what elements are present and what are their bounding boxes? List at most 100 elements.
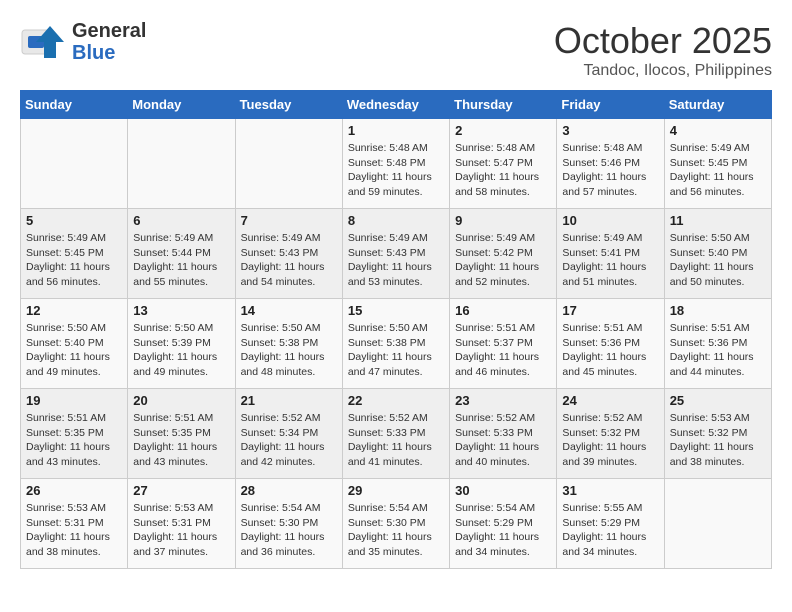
day-info: Sunrise: 5:52 AM Sunset: 5:32 PM Dayligh… xyxy=(562,411,658,470)
calendar-cell: 17 Sunrise: 5:51 AM Sunset: 5:36 PM Dayli… xyxy=(557,299,664,389)
day-info: Sunrise: 5:52 AM Sunset: 5:33 PM Dayligh… xyxy=(348,411,444,470)
logo-blue-text: Blue xyxy=(72,42,146,64)
day-number: 3 xyxy=(562,123,658,138)
day-info: Sunrise: 5:49 AM Sunset: 5:43 PM Dayligh… xyxy=(241,231,337,290)
day-info: Sunrise: 5:53 AM Sunset: 5:31 PM Dayligh… xyxy=(26,501,122,560)
weekday-header-friday: Friday xyxy=(557,91,664,119)
day-number: 22 xyxy=(348,393,444,408)
calendar-cell: 20 Sunrise: 5:51 AM Sunset: 5:35 PM Dayli… xyxy=(128,389,235,479)
day-info: Sunrise: 5:51 AM Sunset: 5:36 PM Dayligh… xyxy=(562,321,658,380)
day-info: Sunrise: 5:51 AM Sunset: 5:35 PM Dayligh… xyxy=(133,411,229,470)
calendar-cell: 4 Sunrise: 5:49 AM Sunset: 5:45 PM Daylig… xyxy=(664,119,771,209)
calendar-cell: 21 Sunrise: 5:52 AM Sunset: 5:34 PM Dayli… xyxy=(235,389,342,479)
calendar-cell: 6 Sunrise: 5:49 AM Sunset: 5:44 PM Daylig… xyxy=(128,209,235,299)
day-info: Sunrise: 5:53 AM Sunset: 5:32 PM Dayligh… xyxy=(670,411,766,470)
day-number: 4 xyxy=(670,123,766,138)
calendar-header-row: SundayMondayTuesdayWednesdayThursdayFrid… xyxy=(21,91,772,119)
day-info: Sunrise: 5:52 AM Sunset: 5:34 PM Dayligh… xyxy=(241,411,337,470)
calendar-cell: 19 Sunrise: 5:51 AM Sunset: 5:35 PM Dayli… xyxy=(21,389,128,479)
calendar-cell: 12Sunrise: 5:50 AM Sunset: 5:40 PM Dayli… xyxy=(21,299,128,389)
day-info: Sunrise: 5:54 AM Sunset: 5:30 PM Dayligh… xyxy=(241,501,337,560)
calendar-table: SundayMondayTuesdayWednesdayThursdayFrid… xyxy=(20,90,772,569)
weekday-header-sunday: Sunday xyxy=(21,91,128,119)
day-number: 19 xyxy=(26,393,122,408)
day-info: Sunrise: 5:51 AM Sunset: 5:35 PM Dayligh… xyxy=(26,411,122,470)
calendar-week-2: 5 Sunrise: 5:49 AM Sunset: 5:45 PM Daylig… xyxy=(21,209,772,299)
calendar-cell: 18Sunrise: 5:51 AM Sunset: 5:36 PM Dayli… xyxy=(664,299,771,389)
month-title: October 2025 xyxy=(554,20,772,62)
logo: General Blue xyxy=(20,20,146,64)
calendar-cell: 30 Sunrise: 5:54 AM Sunset: 5:29 PM Dayli… xyxy=(450,479,557,569)
calendar-cell: 26Sunrise: 5:53 AM Sunset: 5:31 PM Dayli… xyxy=(21,479,128,569)
calendar-cell xyxy=(664,479,771,569)
calendar-cell: 5 Sunrise: 5:49 AM Sunset: 5:45 PM Daylig… xyxy=(21,209,128,299)
day-number: 9 xyxy=(455,213,551,228)
day-number: 10 xyxy=(562,213,658,228)
day-number: 2 xyxy=(455,123,551,138)
day-number: 7 xyxy=(241,213,337,228)
day-number: 12 xyxy=(26,303,122,318)
day-number: 31 xyxy=(562,483,658,498)
calendar-cell xyxy=(21,119,128,209)
calendar-week-1: 1Sunrise: 5:48 AM Sunset: 5:48 PM Daylig… xyxy=(21,119,772,209)
day-info: Sunrise: 5:49 AM Sunset: 5:41 PM Dayligh… xyxy=(562,231,658,290)
day-number: 6 xyxy=(133,213,229,228)
calendar-cell: 3 Sunrise: 5:48 AM Sunset: 5:46 PM Daylig… xyxy=(557,119,664,209)
calendar-cell: 31 Sunrise: 5:55 AM Sunset: 5:29 PM Dayli… xyxy=(557,479,664,569)
day-number: 15 xyxy=(348,303,444,318)
day-info: Sunrise: 5:50 AM Sunset: 5:39 PM Dayligh… xyxy=(133,321,229,380)
calendar-cell: 8 Sunrise: 5:49 AM Sunset: 5:43 PM Daylig… xyxy=(342,209,449,299)
calendar-cell xyxy=(235,119,342,209)
calendar-week-3: 12Sunrise: 5:50 AM Sunset: 5:40 PM Dayli… xyxy=(21,299,772,389)
day-number: 13 xyxy=(133,303,229,318)
calendar-cell: 15 Sunrise: 5:50 AM Sunset: 5:38 PM Dayli… xyxy=(342,299,449,389)
weekday-header-tuesday: Tuesday xyxy=(235,91,342,119)
calendar-cell: 1Sunrise: 5:48 AM Sunset: 5:48 PM Daylig… xyxy=(342,119,449,209)
day-number: 23 xyxy=(455,393,551,408)
logo-icon xyxy=(20,22,68,62)
calendar-cell xyxy=(128,119,235,209)
day-info: Sunrise: 5:55 AM Sunset: 5:29 PM Dayligh… xyxy=(562,501,658,560)
day-number: 1 xyxy=(348,123,444,138)
calendar-cell: 16Sunrise: 5:51 AM Sunset: 5:37 PM Dayli… xyxy=(450,299,557,389)
day-number: 25 xyxy=(670,393,766,408)
day-info: Sunrise: 5:53 AM Sunset: 5:31 PM Dayligh… xyxy=(133,501,229,560)
logo-text: General xyxy=(72,20,146,42)
day-number: 17 xyxy=(562,303,658,318)
calendar-cell: 23 Sunrise: 5:52 AM Sunset: 5:33 PM Dayli… xyxy=(450,389,557,479)
day-number: 18 xyxy=(670,303,766,318)
calendar-cell: 7 Sunrise: 5:49 AM Sunset: 5:43 PM Daylig… xyxy=(235,209,342,299)
weekday-header-wednesday: Wednesday xyxy=(342,91,449,119)
day-number: 28 xyxy=(241,483,337,498)
day-number: 16 xyxy=(455,303,551,318)
day-info: Sunrise: 5:54 AM Sunset: 5:29 PM Dayligh… xyxy=(455,501,551,560)
day-number: 29 xyxy=(348,483,444,498)
day-info: Sunrise: 5:52 AM Sunset: 5:33 PM Dayligh… xyxy=(455,411,551,470)
day-number: 30 xyxy=(455,483,551,498)
calendar-cell: 24Sunrise: 5:52 AM Sunset: 5:32 PM Dayli… xyxy=(557,389,664,479)
day-number: 21 xyxy=(241,393,337,408)
day-info: Sunrise: 5:49 AM Sunset: 5:43 PM Dayligh… xyxy=(348,231,444,290)
day-info: Sunrise: 5:49 AM Sunset: 5:42 PM Dayligh… xyxy=(455,231,551,290)
day-number: 14 xyxy=(241,303,337,318)
day-info: Sunrise: 5:49 AM Sunset: 5:45 PM Dayligh… xyxy=(26,231,122,290)
day-number: 27 xyxy=(133,483,229,498)
calendar-cell: 11Sunrise: 5:50 AM Sunset: 5:40 PM Dayli… xyxy=(664,209,771,299)
calendar-cell: 10 Sunrise: 5:49 AM Sunset: 5:41 PM Dayli… xyxy=(557,209,664,299)
day-info: Sunrise: 5:48 AM Sunset: 5:46 PM Dayligh… xyxy=(562,141,658,200)
title-block: October 2025 Tandoc, Ilocos, Philippines xyxy=(554,20,772,80)
day-number: 5 xyxy=(26,213,122,228)
page-header: General Blue October 2025 Tandoc, Ilocos… xyxy=(20,20,772,80)
calendar-cell: 9 Sunrise: 5:49 AM Sunset: 5:42 PM Daylig… xyxy=(450,209,557,299)
weekday-header-saturday: Saturday xyxy=(664,91,771,119)
day-info: Sunrise: 5:49 AM Sunset: 5:44 PM Dayligh… xyxy=(133,231,229,290)
calendar-cell: 28 Sunrise: 5:54 AM Sunset: 5:30 PM Dayli… xyxy=(235,479,342,569)
day-number: 20 xyxy=(133,393,229,408)
day-info: Sunrise: 5:50 AM Sunset: 5:38 PM Dayligh… xyxy=(348,321,444,380)
calendar-cell: 29 Sunrise: 5:54 AM Sunset: 5:30 PM Dayli… xyxy=(342,479,449,569)
day-info: Sunrise: 5:54 AM Sunset: 5:30 PM Dayligh… xyxy=(348,501,444,560)
calendar-week-5: 26Sunrise: 5:53 AM Sunset: 5:31 PM Dayli… xyxy=(21,479,772,569)
calendar-cell: 2Sunrise: 5:48 AM Sunset: 5:47 PM Daylig… xyxy=(450,119,557,209)
day-info: Sunrise: 5:49 AM Sunset: 5:45 PM Dayligh… xyxy=(670,141,766,200)
day-number: 8 xyxy=(348,213,444,228)
